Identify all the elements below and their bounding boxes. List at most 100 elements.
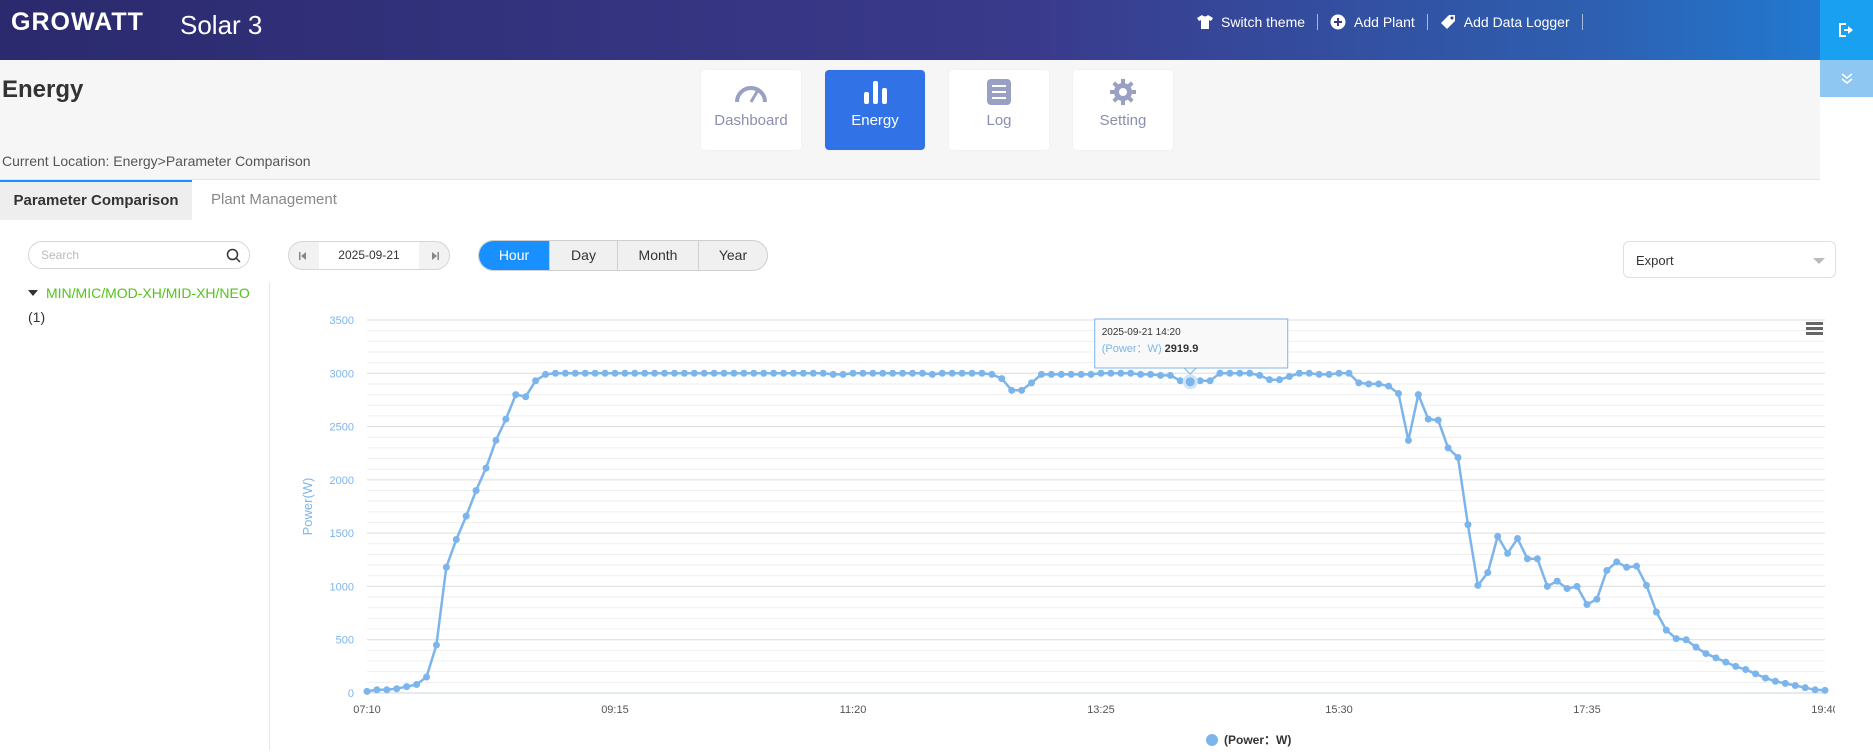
- switch-theme-button[interactable]: Switch theme: [1185, 14, 1319, 30]
- tab-plant-management[interactable]: Plant Management: [211, 180, 337, 220]
- legend-marker: [1206, 734, 1218, 746]
- logout-button[interactable]: [1820, 0, 1873, 60]
- previous-date-button[interactable]: [289, 242, 317, 269]
- data-point: [1702, 650, 1710, 658]
- data-point: [1325, 370, 1333, 378]
- period-year-button[interactable]: Year: [698, 241, 767, 270]
- data-point: [720, 369, 728, 377]
- x-tick-label: 19:40: [1811, 704, 1835, 716]
- date-value[interactable]: 2025-09-21: [319, 242, 419, 269]
- data-point: [442, 563, 450, 571]
- data-point: [413, 680, 421, 688]
- data-point: [1623, 563, 1631, 571]
- data-point: [482, 464, 490, 472]
- period-hour-button[interactable]: Hour: [479, 241, 549, 270]
- chart-legend[interactable]: (Power：W): [1206, 733, 1291, 747]
- sidebar-divider: [269, 283, 270, 750]
- data-point: [1305, 369, 1313, 377]
- nav-setting[interactable]: Setting: [1073, 70, 1173, 150]
- data-point: [1662, 626, 1670, 634]
- data-point: [423, 673, 431, 681]
- data-point: [849, 369, 857, 377]
- nav-setting-label: Setting: [1099, 112, 1147, 129]
- bar-chart-icon: [864, 81, 887, 104]
- legend-label: (Power：W): [1224, 733, 1291, 747]
- add-plant-button[interactable]: Add Plant: [1318, 14, 1428, 30]
- data-point: [383, 686, 391, 694]
- tree-node-label[interactable]: MIN/MIC/MOD-XH/MID-XH/NEO: [46, 285, 250, 301]
- tree-node-device-type[interactable]: MIN/MIC/MOD-XH/MID-XH/NEO: [28, 285, 268, 301]
- period-month-button[interactable]: Month: [617, 241, 698, 270]
- data-point: [1533, 555, 1541, 563]
- skip-next-icon: [432, 251, 439, 260]
- collapse-button[interactable]: [1820, 60, 1873, 97]
- data-point: [1732, 662, 1740, 670]
- data-point: [1206, 377, 1214, 385]
- data-point: [1216, 369, 1224, 377]
- search-icon[interactable]: [226, 248, 241, 263]
- page-title: Energy: [2, 76, 84, 103]
- logout-icon: [1838, 23, 1853, 37]
- data-point: [1573, 582, 1581, 590]
- data-point: [1275, 376, 1283, 384]
- data-point: [1156, 371, 1164, 379]
- data-point: [780, 369, 788, 377]
- data-point: [561, 369, 569, 377]
- data-point: [1117, 369, 1125, 377]
- next-date-button[interactable]: [421, 242, 449, 269]
- y-tick-label: 1500: [330, 528, 354, 540]
- data-point: [770, 369, 778, 377]
- data-point: [1464, 521, 1472, 529]
- data-point: [1077, 370, 1085, 378]
- data-point: [988, 370, 996, 378]
- export-dropdown[interactable]: Export: [1623, 241, 1836, 278]
- caret-down-icon[interactable]: [28, 290, 38, 296]
- growatt-logo[interactable]: GROWATT: [11, 8, 144, 37]
- tag-icon: [1440, 15, 1455, 29]
- tab-bar: Parameter Comparison Plant Management: [0, 180, 1873, 220]
- dropdown-arrow-icon: [1813, 258, 1825, 264]
- highlighted-point: [1182, 374, 1198, 390]
- data-point: [1722, 658, 1730, 666]
- nav-log[interactable]: Log: [949, 70, 1049, 150]
- tab-parameter-comparison[interactable]: Parameter Comparison: [0, 180, 192, 220]
- y-axis-label: Power(W): [300, 478, 315, 536]
- chart-menu-button[interactable]: [1806, 322, 1823, 338]
- y-tick-label: 3500: [330, 315, 354, 327]
- data-point: [938, 369, 946, 377]
- data-point: [1295, 369, 1303, 377]
- data-point: [680, 369, 688, 377]
- chart-container: 0 500 1000 1500 2000 2500 3000 3500 07:10 09:15 1…: [290, 300, 1839, 750]
- data-point: [1652, 608, 1660, 616]
- data-point: [1127, 369, 1135, 377]
- data-point: [859, 369, 867, 377]
- data-point: [1434, 416, 1442, 424]
- data-point: [1067, 370, 1075, 378]
- tooltip-value: 2919.9: [1165, 343, 1199, 355]
- data-point: [1315, 370, 1323, 378]
- period-day-button[interactable]: Day: [549, 241, 617, 270]
- data-point: [1028, 379, 1036, 387]
- plant-name[interactable]: Solar 3: [180, 10, 262, 41]
- data-point: [661, 369, 669, 377]
- nav-energy[interactable]: Energy: [825, 70, 925, 150]
- add-data-logger-button[interactable]: Add Data Logger: [1428, 14, 1583, 30]
- data-point: [1583, 601, 1591, 609]
- nav-dashboard[interactable]: Dashboard: [701, 70, 801, 150]
- y-tick-label: 500: [336, 635, 354, 647]
- data-point: [1593, 595, 1601, 603]
- data-point: [1672, 635, 1680, 643]
- data-point: [1801, 684, 1809, 692]
- data-point: [1008, 386, 1016, 394]
- data-point: [1414, 391, 1422, 399]
- data-point: [1791, 682, 1799, 690]
- power-line-chart: 0 500 1000 1500 2000 2500 3000 3500 07:10 09:15 1…: [300, 315, 1839, 747]
- search-input[interactable]: [41, 248, 211, 262]
- data-point: [1335, 369, 1343, 377]
- data-point: [1107, 369, 1115, 377]
- data-point: [690, 369, 698, 377]
- data-point: [928, 370, 936, 378]
- data-point: [978, 369, 986, 377]
- nav-energy-label: Energy: [851, 112, 899, 129]
- data-point: [1682, 636, 1690, 644]
